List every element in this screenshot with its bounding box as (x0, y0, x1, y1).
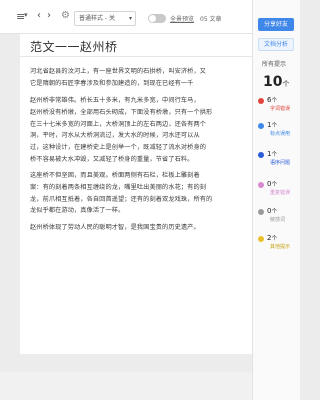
dot-icon (258, 123, 264, 129)
text-line: 赵州桥非常雄伟。桥长五十多米，有九米多宽，中间行车马， (30, 97, 200, 104)
dot-icon (258, 182, 264, 188)
text-line: 案：有的刻着两条相互缠绕的龙，嘴里吐出美丽的水花；有的刻 (30, 183, 207, 191)
font-style-value: 普通样式 - 关 (79, 15, 115, 22)
category-count: 2个 (267, 234, 277, 242)
category-count-unit: 个 (271, 182, 277, 188)
text-line: 在三十七米多宽的河面上，大桥洞顶上的左右两边，还各有两个 (30, 120, 207, 128)
category-count: 0个 (267, 207, 277, 215)
category-name: 敏感词 (270, 217, 286, 223)
category-count-unit: 个 (271, 209, 277, 215)
category-name: 语序问题 (270, 160, 291, 166)
paragraph-3: 这座桥不但坚固，而且美观。桥面两侧有石栏，栏板上雕刻着 案：有的刻着两条相互缠绕… (30, 170, 245, 217)
redo-icon[interactable]: › (47, 10, 51, 21)
text-line: 桥不容易被大水冲毁，又减轻了桥身的重量，节省了石料。 (30, 155, 194, 163)
category-count-unit: 个 (271, 152, 277, 158)
proof-mode-label: 全景预览 (170, 16, 195, 23)
text-line: 赵州桥体现了劳动人民的聪明才智，是我国宝贵的历史遗产。 (30, 224, 200, 231)
text-line: 龙，前爪相互抵着，各自回首遥望；还有的刻着双龙戏珠，所有的 (30, 195, 213, 203)
font-style-select[interactable]: 普通样式 - 关 ▾ (74, 11, 136, 26)
text-line: 这座桥不但坚固，而且美观。桥面两侧有石栏，栏板上雕刻着 (30, 172, 200, 179)
top-toolbar: ≡ ▾ ‹ › ⚙ 普通样式 - 关 ▾ 全景预览 05 文章 (0, 0, 252, 34)
all-hints-label: 所有提示 (262, 61, 287, 68)
text-line: 龙似乎都在游动，真像活了一样。 (30, 207, 125, 215)
title-divider (20, 56, 252, 57)
category-count-unit: 个 (271, 98, 277, 104)
chevron-down-icon: ▾ (128, 15, 132, 22)
category-count-unit: 个 (271, 236, 277, 242)
time-label: 05 文章 (200, 16, 222, 23)
total-count-unit: 个 (282, 80, 290, 88)
undo-icon[interactable]: ‹ (37, 10, 41, 21)
app-window: ≡ ▾ ‹ › ⚙ 普通样式 - 关 ▾ 全景预览 05 文章 范文一一赵州桥 … (0, 0, 300, 400)
paragraph-4: 赵州桥体现了劳动人民的聪明才智，是我国宝贵的历史遗产。 (30, 222, 245, 234)
proof-mode-toggle[interactable] (148, 14, 166, 23)
text-line: 过，这种设计，在建桥史上是创举一个，既减轻了流水对桥身的 (30, 144, 207, 152)
chevron-down-icon[interactable]: ▾ (24, 11, 28, 19)
text-line: 它是隋朝的石匠李春涉及和参加建造的，到现在已经有一千 (30, 79, 194, 87)
text-line: 河北省赵县的汶河上，有一座世界文明的石拱桥，叫安济桥，又 (30, 68, 207, 75)
dot-icon (258, 98, 264, 104)
category-name: 其他提示 (270, 244, 291, 250)
document-title: 范文一一赵州桥 (30, 40, 118, 54)
text-line: 洞，平时，河水从大桥洞流过，发大水的时候，河水还可以从 (30, 132, 200, 140)
analysis-button[interactable]: 文档分析 (258, 38, 294, 51)
category-count: 0个 (267, 180, 277, 188)
share-button[interactable]: 分享好友 (258, 18, 294, 31)
category-name: 标点误用 (270, 131, 291, 137)
category-count: 1个 (267, 121, 277, 129)
total-count: 10个 (263, 74, 289, 90)
paragraph-2: 赵州桥非常雄伟。桥长五十多米，有九米多宽，中间行车马， 赵州桥没有桥墩，全部用石… (30, 95, 245, 166)
dot-icon (258, 209, 264, 215)
category-name: 重复错误 (270, 190, 291, 196)
total-count-value: 10 (263, 74, 283, 90)
category-count-unit: 个 (271, 123, 277, 129)
dot-icon (258, 152, 264, 158)
paragraph-1: 河北省赵县的汶河上，有一座世界文明的石拱桥，叫安济桥，又 它是隋朝的石匠李春涉及… (30, 66, 245, 90)
dot-icon (258, 236, 264, 242)
category-count: 6个 (267, 96, 277, 104)
bottom-bar (0, 372, 252, 400)
text-line: 赵州桥没有桥墩，全部用石头砌成，下面没有桥墩，只有一个拱形 (30, 108, 213, 116)
category-count: 1个 (267, 150, 277, 158)
settings-icon[interactable]: ⚙ (61, 10, 70, 21)
category-name: 字词错误 (270, 106, 291, 112)
